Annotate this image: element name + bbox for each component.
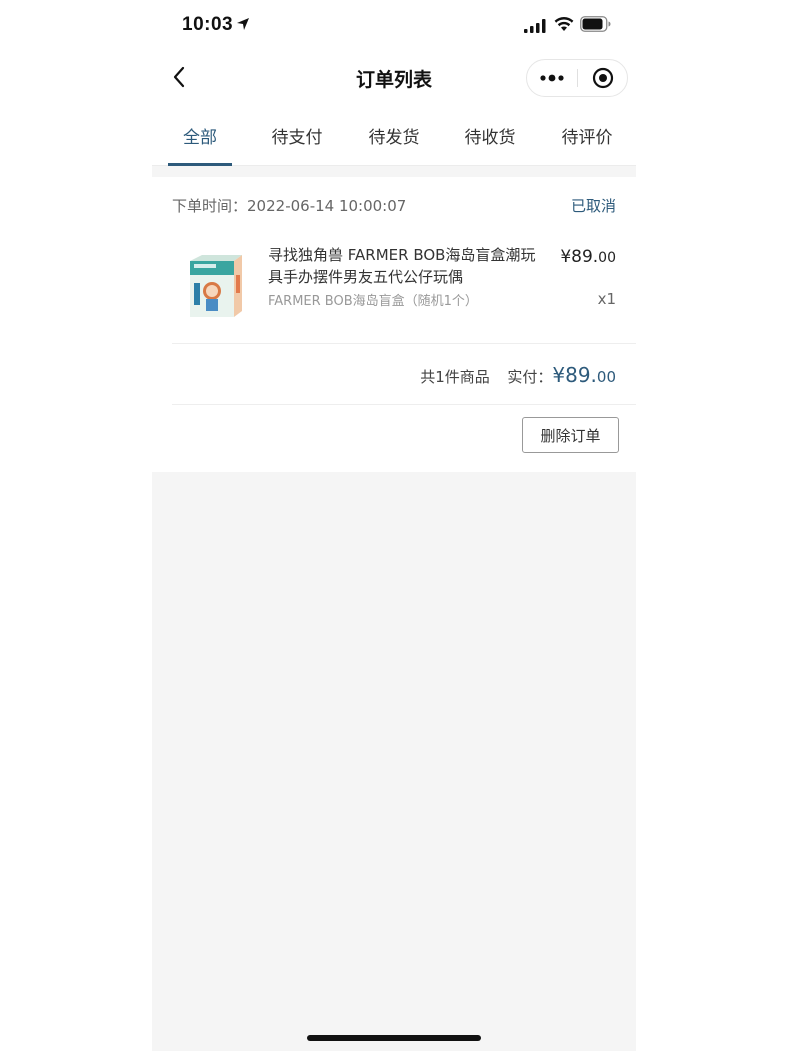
paid-amount-main: ¥89. [552,363,597,387]
item-count: 共1件商品 [420,368,490,386]
delete-order-button[interactable]: 删除订单 [522,417,619,453]
product-thumbnail[interactable] [186,255,242,319]
order-status: 已取消 [570,197,616,215]
paid-label: 实付： [507,368,553,386]
status-time: 10:03 [182,14,234,35]
active-tab-indicator [168,163,232,166]
product-price: ¥89.00 [560,247,616,267]
product-price-main: ¥89. [560,247,599,267]
order-time: 下单时间：2022-06-14 10:00:07 [172,195,406,216]
tab-pending-review[interactable]: 待评价 [557,123,617,148]
target-circle-icon [592,67,614,89]
battery-icon [580,16,611,32]
tab-all[interactable]: 全部 [180,123,220,148]
divider [172,343,636,344]
location-arrow-icon [237,18,249,30]
order-time-label: 下单时间： [172,197,248,215]
order-card[interactable]: 下单时间：2022-06-14 10:00:07 已取消 寻找独角兽 FARME… [152,177,636,472]
product-quantity: x1 [597,290,616,308]
mini-program-capsule [526,59,628,97]
product-title[interactable]: 寻找独角兽 FARMER BOB海岛盲盒潮玩具手办摆件男友五代公仔玩偶 [268,244,538,288]
wifi-icon [554,16,574,31]
more-button[interactable] [527,60,577,96]
status-bar: 10:03 [152,0,636,52]
order-tabs: 全部 待支付 待发货 待收货 待评价 [152,106,636,166]
product-price-cents: 00 [598,250,616,266]
nav-bar: 订单列表 [152,52,636,106]
tab-pending-shipment[interactable]: 待发货 [364,123,424,148]
paid-amount-cents: 00 [596,368,616,386]
home-indicator [307,1035,481,1041]
tab-pending-receipt[interactable]: 待收货 [460,123,520,148]
order-summary: 共1件商品 实付：¥89.00 [420,363,616,387]
order-time-value: 2022-06-14 10:00:07 [247,197,407,215]
more-dots-icon [540,74,564,82]
divider [172,404,636,405]
cellular-signal-icon [524,19,546,33]
tab-pending-payment[interactable]: 待支付 [267,123,327,148]
phone-screen: 10:03 订单列表 全部 待支付 待发货 待收货 待评价 下单时间：2022-… [152,0,636,1051]
product-spec: FARMER BOB海岛盲盒（随机1个） [268,294,478,309]
close-mini-program-button[interactable] [578,60,628,96]
